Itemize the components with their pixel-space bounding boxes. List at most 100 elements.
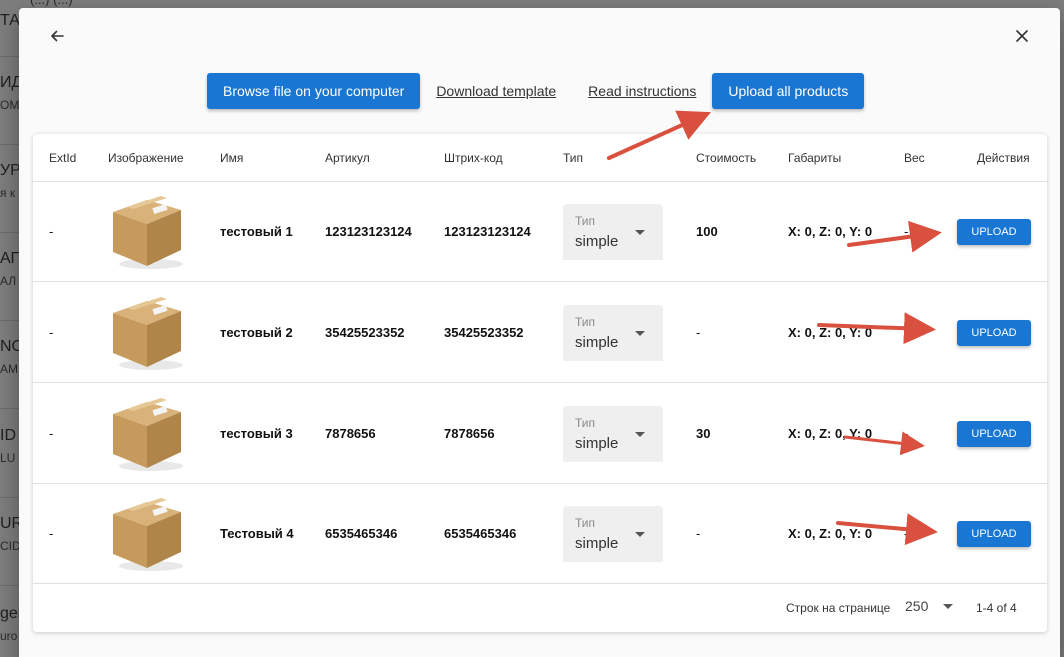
type-select[interactable]: Тип simple <box>563 305 663 361</box>
background-row-title: NO <box>0 338 20 355</box>
toolbar: Browse file on your computer Download te… <box>207 73 865 109</box>
read-instructions-link[interactable]: Read instructions <box>572 83 712 99</box>
caret-down-icon <box>635 432 645 437</box>
background-row: ID LU <box>0 427 20 465</box>
arrow-left-icon <box>51 30 64 42</box>
type-select-value: simple <box>575 435 619 452</box>
cell-extid: - <box>49 325 54 340</box>
cell-extid: - <box>49 526 54 541</box>
column-header: Тип <box>563 151 584 165</box>
divider <box>0 408 20 409</box>
cell-sku: 6535465346 <box>325 526 398 541</box>
browse-file-button[interactable]: Browse file on your computer <box>207 73 421 109</box>
upload-all-products-button[interactable]: Upload all products <box>712 73 865 109</box>
type-select[interactable]: Тип simple <box>563 204 663 260</box>
cell-weight: - <box>904 325 909 340</box>
back-button[interactable] <box>43 22 71 50</box>
background-row: УР я к <box>0 162 20 200</box>
background-row: UR CID <box>0 515 20 553</box>
rows-per-page-select[interactable]: 250 <box>905 598 928 614</box>
divider <box>0 232 20 233</box>
background-row-sub: ОМ <box>0 98 20 112</box>
cell-price: - <box>696 526 701 541</box>
background-row-sub: АЛ <box>0 274 17 288</box>
cell-extid: - <box>49 426 54 441</box>
divider <box>0 497 20 498</box>
background-row-sub: uro <box>0 629 18 643</box>
background-row: ger uro <box>0 605 20 643</box>
background-row-sub: CID <box>0 539 20 553</box>
cell-sku: 35425523352 <box>325 325 405 340</box>
close-icon <box>1016 30 1028 42</box>
products-table: ExtId Изображение Имя Артикул Штрих-код … <box>33 134 1047 632</box>
background-row: АП АЛ <box>0 250 20 288</box>
upload-button[interactable]: UPLOAD <box>957 320 1031 346</box>
cardboard-box-image <box>113 297 183 370</box>
column-header: ExtId <box>49 151 77 165</box>
column-header: Имя <box>220 151 244 165</box>
upload-button[interactable]: UPLOAD <box>957 521 1031 547</box>
column-header: Артикул <box>325 151 370 165</box>
background-row-title: АП <box>0 250 20 267</box>
background-row-title: ID <box>0 427 16 444</box>
cell-dimensions: X: 0, Z: 0, Y: 0 <box>788 426 873 441</box>
type-select[interactable]: Тип simple <box>563 506 663 562</box>
table-row: - тестовый 2 35425523352 35425523352 Тип… <box>33 283 1047 383</box>
background-row-sub: я к <box>0 186 16 200</box>
background-row-title: УР <box>0 162 20 179</box>
cell-price: 100 <box>696 224 718 239</box>
table-row: - Тестовый 4 6535465346 6535465346 Тип s… <box>33 484 1047 584</box>
close-button[interactable] <box>1008 22 1036 50</box>
background-top-text: (...) (...) <box>30 0 73 7</box>
upload-button[interactable]: UPLOAD <box>957 421 1031 447</box>
background-row: ТАI <box>0 12 20 30</box>
column-header: Габариты <box>788 151 842 165</box>
divider <box>0 56 20 57</box>
table-row: - тестовый 3 7878656 7878656 Тип simple … <box>33 384 1047 484</box>
type-select[interactable]: Тип simple <box>563 406 663 462</box>
column-header: Штрих-код <box>444 151 503 165</box>
cell-barcode: 6535465346 <box>444 526 517 541</box>
divider <box>0 320 20 321</box>
pagination-range: 1-4 of 4 <box>976 601 1017 615</box>
cell-weight: - <box>904 224 909 239</box>
rows-per-page-label: Строк на странице <box>786 601 891 615</box>
cell-barcode: 35425523352 <box>444 325 524 340</box>
type-select-value: simple <box>575 535 619 552</box>
background-row-title: ИД <box>0 74 20 91</box>
cardboard-box-image <box>113 398 183 471</box>
cell-dimensions: X: 0, Z: 0, Y: 0 <box>788 224 873 239</box>
caret-down-icon <box>943 604 953 609</box>
cell-weight: - <box>904 526 909 541</box>
cell-sku: 7878656 <box>325 426 376 441</box>
column-header: Изображение <box>108 151 184 165</box>
table-pagination: Строк на странице 250 1-4 of 4 <box>33 583 1047 631</box>
cardboard-box-image <box>113 498 183 571</box>
cardboard-box-image <box>113 196 183 269</box>
cell-barcode: 123123123124 <box>444 224 531 239</box>
type-select-value: simple <box>575 233 619 250</box>
type-select-label: Тип <box>575 315 596 329</box>
background-row-sub: LU <box>0 451 16 465</box>
cell-name: тестовый 3 <box>220 426 293 441</box>
cell-weight: - <box>904 426 909 441</box>
cell-name: Тестовый 4 <box>220 526 294 541</box>
type-select-label: Тип <box>575 214 596 228</box>
cell-sku: 123123123124 <box>325 224 412 239</box>
type-select-value: simple <box>575 334 619 351</box>
column-header: Стоимость <box>696 151 757 165</box>
cell-name: тестовый 1 <box>220 224 293 239</box>
column-header: Действия <box>977 151 1030 165</box>
background-row-title: ger <box>0 605 20 622</box>
column-header: Вес <box>904 151 925 165</box>
background-row-title: UR <box>0 515 20 532</box>
download-template-link[interactable]: Download template <box>420 83 572 99</box>
cell-dimensions: X: 0, Z: 0, Y: 0 <box>788 325 873 340</box>
upload-products-dialog: Browse file on your computer Download te… <box>19 8 1060 657</box>
divider <box>0 585 20 586</box>
caret-down-icon <box>635 331 645 336</box>
type-select-label: Тип <box>575 516 596 530</box>
upload-button[interactable]: UPLOAD <box>957 219 1031 245</box>
cell-price: 30 <box>696 426 711 441</box>
caret-down-icon <box>635 532 645 537</box>
